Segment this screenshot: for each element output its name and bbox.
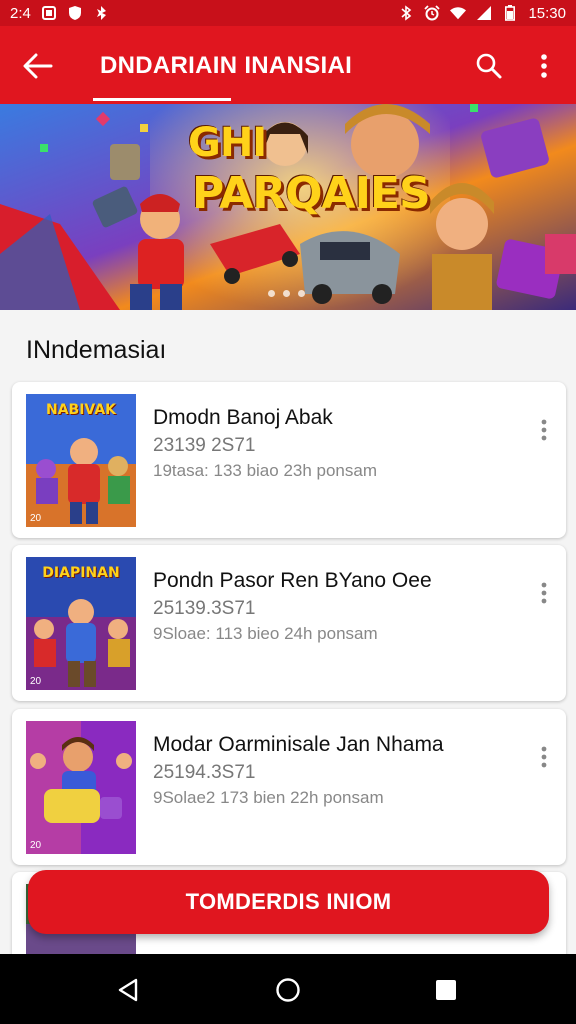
arrow-left-icon — [23, 53, 53, 79]
title-underline — [93, 98, 231, 101]
item-more-button[interactable] — [534, 579, 554, 607]
thumbnail-corner: 20 — [30, 840, 42, 851]
nav-back-icon — [118, 978, 138, 1002]
pager-dot[interactable] — [298, 290, 305, 297]
more-vert-icon — [541, 419, 547, 441]
game-thumbnail: DIAPINAN 20 — [26, 557, 136, 690]
back-button[interactable] — [18, 48, 58, 84]
status-bar: 2:4 15:30 — [0, 0, 576, 26]
section-title: INndemasiaı — [26, 336, 167, 364]
item-meta: 9Sloae: 113 bieo 24h ponsam — [153, 624, 378, 643]
status-time-left: 2:4 — [10, 4, 31, 22]
item-more-button[interactable] — [534, 416, 554, 444]
search-icon — [476, 53, 502, 79]
alarm-icon — [424, 5, 441, 21]
system-nav-bar — [0, 954, 576, 1024]
search-button[interactable] — [470, 48, 508, 84]
item-subtitle: 23139 2S71 — [153, 435, 256, 456]
square-icon — [41, 5, 57, 21]
item-title: Pondn Pasor Ren BYano Oee — [153, 569, 432, 592]
game-thumbnail: NABIVAK 20 — [26, 394, 136, 527]
banner-title: GHI — [188, 120, 267, 166]
list-item[interactable]: DIAPINAN 20 Pondn Pasor Ren BYano Oee 25… — [12, 545, 566, 701]
shield-icon — [67, 5, 83, 21]
nav-recents-button[interactable] — [428, 972, 464, 1008]
bluetooth-icon — [398, 5, 414, 21]
pager-dot[interactable] — [283, 290, 290, 297]
thumbnail-corner: 20 — [30, 676, 42, 687]
game-thumbnail: 20 — [26, 721, 136, 854]
banner-pager — [268, 290, 305, 297]
app-bar: DNDARIAIN INANSIAI — [0, 26, 576, 104]
nav-home-button[interactable] — [270, 972, 306, 1008]
item-title: Dmodn Banoj Abak — [153, 406, 333, 429]
thumbnail-label: DIAPINAN — [42, 565, 120, 581]
nav-recents-icon — [436, 980, 456, 1000]
page-title: DNDARIAIN INANSIAI — [100, 52, 353, 79]
battery-icon — [502, 5, 518, 21]
wifi-icon — [450, 5, 467, 21]
nav-back-button[interactable] — [110, 972, 146, 1008]
list-item[interactable]: NABIVAK 20 Dmodn Banoj Abak 23139 2S71 1… — [12, 382, 566, 538]
more-vert-icon — [541, 746, 547, 768]
primary-action-button[interactable]: TOMDERDIS INIOM — [28, 870, 549, 934]
item-more-button[interactable] — [534, 743, 554, 771]
status-time-right: 15:30 — [528, 4, 566, 22]
signal-icon — [476, 5, 492, 21]
item-meta: 9Solae2 173 bien 22h ponsam — [153, 788, 384, 807]
list-item[interactable]: 20 Modar Oarminisale Jan Nhama 25194.3S7… — [12, 709, 566, 865]
item-meta: 19tasa: 133 biao 23h ponsam — [153, 461, 378, 480]
nav-home-icon — [276, 978, 300, 1002]
gear-icon — [93, 5, 109, 21]
thumbnail-label: NABIVAK — [46, 402, 116, 418]
pager-dot[interactable] — [268, 290, 275, 297]
item-subtitle: 25194.3S71 — [153, 762, 256, 783]
item-subtitle: 25139.3S71 — [153, 598, 256, 619]
hero-banner[interactable]: GHI PARQAIES — [0, 104, 576, 310]
more-vert-icon — [541, 54, 547, 78]
item-title: Modar Oarminisale Jan Nhama — [153, 733, 444, 756]
more-options-button[interactable] — [528, 48, 560, 84]
thumbnail-corner: 20 — [30, 513, 42, 524]
more-vert-icon — [541, 582, 547, 604]
banner-subtitle: PARQAIES — [192, 168, 431, 219]
